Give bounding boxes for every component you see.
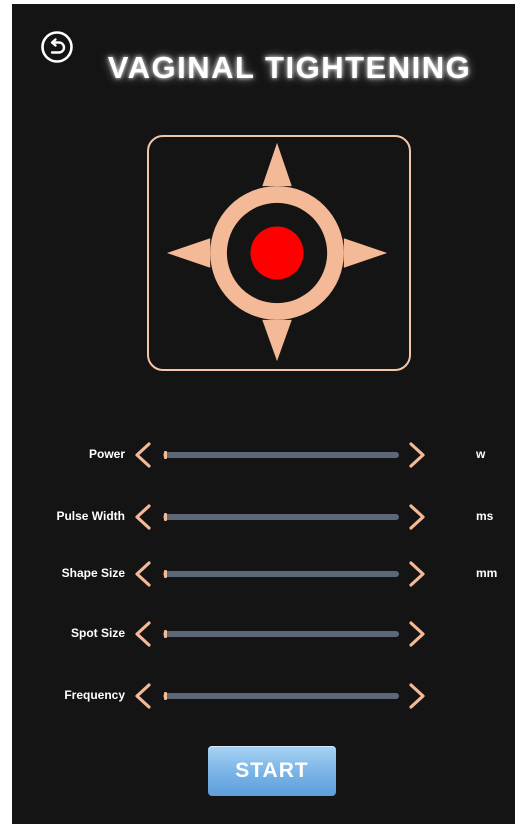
chevron-left-icon xyxy=(135,442,151,468)
spot-size-increase-button[interactable] xyxy=(406,620,428,648)
power-label: Power xyxy=(88,447,125,461)
app-screen: VAGINAL TIGHTENING Power w Pulse Width m… xyxy=(12,4,515,824)
shape-size-decrease-button[interactable] xyxy=(132,560,154,588)
chevron-left-icon xyxy=(135,561,151,587)
chevron-right-icon xyxy=(409,442,425,468)
chevron-right-icon xyxy=(409,683,425,709)
shape-size-slider[interactable] xyxy=(163,570,399,578)
frequency-label: Frequency xyxy=(64,688,125,702)
chevron-left-icon xyxy=(135,621,151,647)
param-row-spot-size: Spot Size xyxy=(12,617,515,651)
param-row-shape-size: Shape Size mm xyxy=(12,557,515,591)
frequency-slider-thumb[interactable] xyxy=(164,692,167,700)
frequency-slider[interactable] xyxy=(163,692,399,700)
chevron-left-icon xyxy=(135,504,151,530)
shape-size-slider-thumb[interactable] xyxy=(164,570,167,578)
frequency-decrease-button[interactable] xyxy=(132,682,154,710)
target-panel xyxy=(147,135,411,371)
power-decrease-button[interactable] xyxy=(132,441,154,469)
spot-size-label: Spot Size xyxy=(70,626,125,640)
pulse-width-label: Pulse Width xyxy=(56,509,125,523)
pulse-width-unit: ms xyxy=(476,509,494,523)
spot-size-slider[interactable] xyxy=(163,630,399,638)
shape-size-unit: mm xyxy=(476,566,498,580)
shape-size-increase-button[interactable] xyxy=(406,560,428,588)
crosshair-target-icon xyxy=(166,142,388,362)
frequency-increase-button[interactable] xyxy=(406,682,428,710)
pulse-width-slider-thumb[interactable] xyxy=(164,513,167,521)
chevron-right-icon xyxy=(409,621,425,647)
chevron-right-icon xyxy=(409,561,425,587)
power-unit: w xyxy=(476,447,486,461)
pulse-width-slider[interactable] xyxy=(163,513,399,521)
param-row-frequency: Frequency xyxy=(12,679,515,713)
pulse-width-decrease-button[interactable] xyxy=(132,503,154,531)
page-title: VAGINAL TIGHTENING xyxy=(107,50,472,85)
chevron-right-icon xyxy=(409,504,425,530)
chevron-left-icon xyxy=(135,683,151,709)
start-button[interactable]: START xyxy=(208,746,336,796)
shape-size-label: Shape Size xyxy=(61,566,125,580)
param-row-power: Power w xyxy=(12,438,515,472)
power-slider-thumb[interactable] xyxy=(164,451,167,459)
power-slider[interactable] xyxy=(163,451,399,459)
target-dot xyxy=(250,226,304,280)
pulse-width-increase-button[interactable] xyxy=(406,503,428,531)
spot-size-decrease-button[interactable] xyxy=(132,620,154,648)
spot-size-slider-thumb[interactable] xyxy=(164,630,167,638)
param-row-pulse-width: Pulse Width ms xyxy=(12,500,515,534)
power-increase-button[interactable] xyxy=(406,441,428,469)
